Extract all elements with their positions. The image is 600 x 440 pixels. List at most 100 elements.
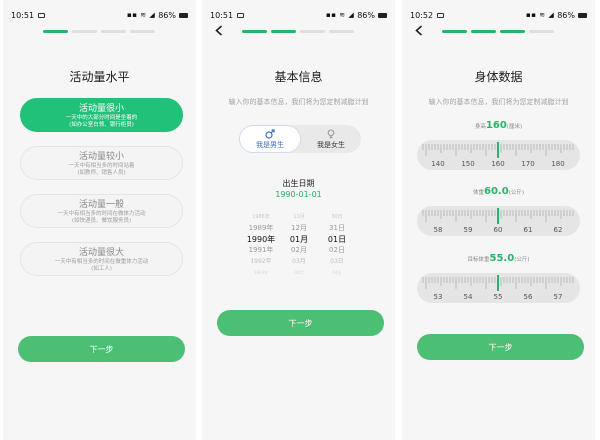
gender-male-label: 我是男生 (256, 140, 284, 149)
option-example: (如快递员、餐饮服务员) (71, 218, 132, 224)
height-label-text: 身高 (474, 124, 486, 130)
ruler-tick-label: 59 (463, 226, 473, 234)
picker-item: 11月 (293, 214, 305, 220)
battery-icon (578, 12, 587, 18)
ruler-tick-label: 53 (433, 293, 443, 301)
step-progress (43, 30, 155, 33)
activity-level-screen: 10:51 ▪▪ ≋ ◢ 86% 活动量水平 活动量很小 一天中的大部分时间是坐着… (3, 0, 196, 440)
target-weight-value: 55.0 (489, 253, 515, 264)
weight-ruler[interactable]: 58 59 60 61 62 (417, 206, 580, 236)
progress-step (130, 30, 155, 33)
target-unit: (公斤) (514, 257, 530, 263)
target-weight-ruler[interactable]: 53 54 55 56 57 (417, 273, 580, 303)
battery-icon (378, 12, 387, 18)
picker-item-selected: 01月 (289, 235, 309, 244)
year-wheel[interactable]: 1988年 1989年 1990年 1991年 1992年 1993年 (242, 212, 280, 278)
option-example: (如工人) (91, 266, 112, 272)
screenshot-collage: 10:51 ▪▪ ≋ ◢ 86% 活动量水平 活动量很小 一天中的大部分时间是坐着… (0, 0, 600, 440)
status-time: 10:51 (210, 10, 234, 20)
height-unit: (厘米) (506, 124, 523, 130)
target-label-text: 目标体重 (467, 257, 490, 263)
date-picker[interactable]: 1988年 1989年 1990年 1991年 1992年 1993年 11月 … (242, 212, 356, 275)
activity-option-high[interactable]: 活动量很大 一天中有相当多的时间在做重体力活动 (如工人) (20, 242, 183, 276)
option-label: 活动量一般 (78, 200, 124, 210)
activity-option-medium[interactable]: 活动量一般 一天中有相当多的时间在做体力活动 (如快递员、餐饮服务员) (20, 194, 183, 228)
next-button[interactable]: 下一步 (417, 334, 584, 360)
ruler-tick-label: 57 (553, 293, 563, 301)
body-data-screen: 10:52 ▪▪ ≋ ◢ 86% 身体数据 输入你的基本信息，我们将为您定制减脂计… (402, 0, 595, 440)
option-label: 活动量很小 (78, 104, 124, 114)
gender-option-female[interactable]: 我是女生 (301, 125, 361, 153)
weight-label-text: 体重 (473, 190, 485, 196)
picker-item: 04日 (332, 270, 342, 275)
dob-value: 1990-01-01 (275, 190, 322, 199)
progress-step (471, 30, 496, 33)
progress-step (529, 30, 554, 33)
status-bar: 10:52 ▪▪ ≋ ◢ 86% (402, 0, 595, 30)
ruler-tick-label: 62 (553, 226, 563, 234)
weight-label: 体重60.0(公斤) (402, 186, 595, 197)
progress-step (500, 30, 525, 33)
picker-item: 02日 (329, 246, 345, 254)
status-icons: ▪▪ ≋ ◢ (127, 11, 156, 19)
back-arrow-icon[interactable] (412, 23, 426, 37)
gender-female-label: 我是女生 (317, 140, 345, 149)
image-icon (437, 12, 445, 18)
status-bar: 10:51 ▪▪ ≋ ◢ 86% (3, 0, 196, 30)
weight-unit: (公斤) (508, 190, 524, 196)
month-wheel[interactable]: 11月 12月 01月 02月 03月 04月 (280, 212, 318, 278)
status-icons: ▪▪ ≋ ◢ (326, 11, 355, 19)
ruler-tick-label: 58 (433, 226, 443, 234)
page-subtitle: 输入你的基本信息，我们将为您定制减脂计划 (428, 98, 569, 106)
option-desc: 一天中有相当多的时间在做体力活动 (57, 211, 146, 217)
next-button[interactable]: 下一步 (18, 336, 185, 362)
option-label: 活动量很大 (78, 248, 124, 258)
picker-item: 30日 (331, 214, 343, 220)
step-progress (442, 30, 554, 33)
option-desc: 一天中的大部分时间是坐着的 (65, 115, 138, 121)
progress-step (72, 30, 97, 33)
step-progress (242, 30, 354, 33)
weight-value: 60.0 (484, 186, 509, 197)
height-value: 160 (485, 120, 507, 131)
dob-label: 出生日期 (282, 179, 315, 188)
page-title: 身体数据 (474, 70, 523, 84)
ruler-tick-label: 160 (491, 160, 505, 168)
progress-step (242, 30, 267, 33)
battery-percent: 86% (357, 10, 375, 20)
picker-item-selected: 01日 (327, 235, 347, 244)
battery-percent: 86% (158, 10, 176, 20)
day-wheel[interactable]: 30日 31日 01日 02日 03日 04日 (318, 212, 356, 278)
gender-option-male[interactable]: 我是男生 (239, 125, 301, 153)
male-icon (265, 128, 275, 139)
option-desc: 一天中有相当多的时间在做重体力活动 (54, 259, 149, 265)
picker-item: 04月 (294, 270, 304, 275)
gender-selector: 我是男生 我是女生 (239, 125, 361, 153)
status-time: 10:51 (11, 10, 35, 20)
page-title: 活动量水平 (69, 70, 130, 84)
ruler-tick-label: 60 (493, 226, 503, 234)
height-ruler[interactable]: 140 150 160 170 180 (417, 140, 580, 170)
back-arrow-icon[interactable] (212, 23, 226, 37)
option-label: 活动量较小 (78, 152, 124, 162)
progress-step (300, 30, 325, 33)
picker-item: 1991年 (248, 246, 274, 254)
activity-option-low[interactable]: 活动量较小 一天中有相当多的时间站着 (如教师、销售人员) (20, 146, 183, 180)
progress-step (442, 30, 467, 33)
page-title: 基本信息 (274, 70, 323, 84)
activity-option-very-low[interactable]: 活动量很小 一天中的大部分时间是坐着的 (如办公室白领、银行柜员) (20, 98, 183, 132)
next-button[interactable]: 下一步 (217, 310, 384, 336)
page-subtitle: 输入你的基本信息，我们将为您定制减脂计划 (228, 98, 369, 106)
option-example: (如办公室白领、银行柜员) (69, 122, 134, 128)
picker-item: 03日 (330, 258, 344, 265)
picker-item: 02月 (291, 246, 307, 254)
picker-item: 12月 (291, 224, 307, 232)
picker-item: 31日 (329, 224, 345, 232)
picker-item: 1993年 (253, 270, 269, 275)
progress-step (329, 30, 354, 33)
ruler-tick-label: 150 (461, 160, 475, 168)
status-bar: 10:51 ▪▪ ≋ ◢ 86% (202, 0, 395, 30)
progress-step (43, 30, 68, 33)
basic-info-screen: 10:51 ▪▪ ≋ ◢ 86% 基本信息 输入你的基本信息，我们将为您定制减脂计… (202, 0, 395, 440)
progress-step (101, 30, 126, 33)
